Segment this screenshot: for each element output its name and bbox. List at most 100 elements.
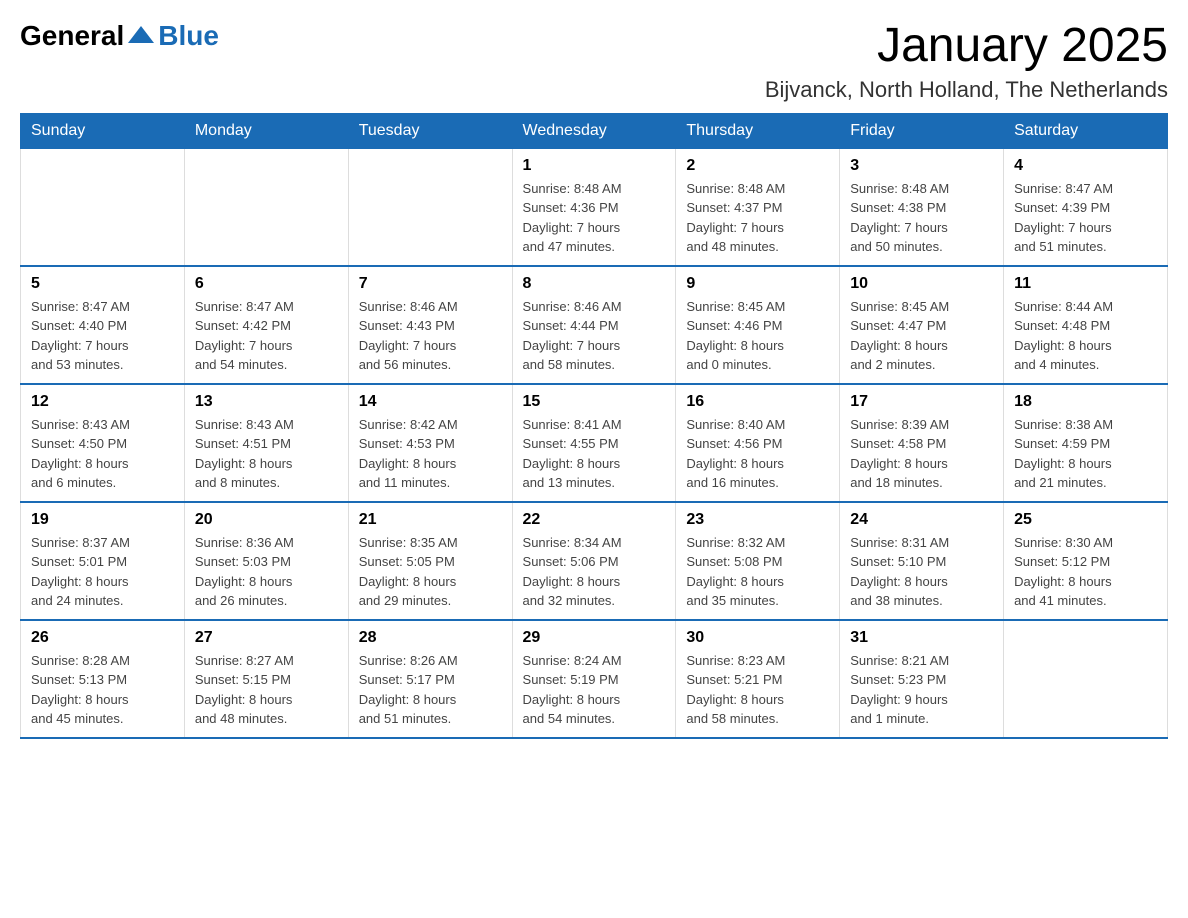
logo-blue-text: Blue	[158, 20, 219, 52]
calendar-cell: 13 Sunrise: 8:43 AMSunset: 4:51 PMDayligh…	[184, 384, 348, 502]
day-number: 7	[359, 275, 502, 293]
calendar-cell: 20 Sunrise: 8:36 AMSunset: 5:03 PMDayligh…	[184, 502, 348, 620]
calendar-cell: 12 Sunrise: 8:43 AMSunset: 4:50 PMDayligh…	[21, 384, 185, 502]
calendar-week-row: 19 Sunrise: 8:37 AMSunset: 5:01 PMDayligh…	[21, 502, 1168, 620]
calendar-week-row: 5 Sunrise: 8:47 AMSunset: 4:40 PMDaylight…	[21, 266, 1168, 384]
weekday-header-row: SundayMondayTuesdayWednesdayThursdayFrid…	[21, 113, 1168, 148]
calendar-cell: 30 Sunrise: 8:23 AMSunset: 5:21 PMDayligh…	[676, 620, 840, 738]
day-info: Sunrise: 8:30 AMSunset: 5:12 PMDaylight:…	[1014, 533, 1157, 611]
day-info: Sunrise: 8:44 AMSunset: 4:48 PMDaylight:…	[1014, 297, 1157, 375]
day-info: Sunrise: 8:48 AMSunset: 4:36 PMDaylight:…	[523, 179, 666, 257]
logo: General Blue	[20, 20, 219, 52]
day-info: Sunrise: 8:47 AMSunset: 4:39 PMDaylight:…	[1014, 179, 1157, 257]
calendar-cell: 16Sunrise: 8:40 AMSunset: 4:56 PMDayligh…	[676, 384, 840, 502]
day-number: 3	[850, 157, 993, 175]
calendar-cell: 14 Sunrise: 8:42 AMSunset: 4:53 PMDayligh…	[348, 384, 512, 502]
day-number: 13	[195, 393, 338, 411]
weekday-header-monday: Monday	[184, 113, 348, 148]
calendar-cell: 5 Sunrise: 8:47 AMSunset: 4:40 PMDaylight…	[21, 266, 185, 384]
calendar-cell	[348, 148, 512, 266]
day-number: 25	[1014, 511, 1157, 529]
logo-general-text: General	[20, 20, 124, 52]
calendar-table: SundayMondayTuesdayWednesdayThursdayFrid…	[20, 113, 1168, 739]
day-number: 29	[523, 629, 666, 647]
calendar-cell: 29 Sunrise: 8:24 AMSunset: 5:19 PMDayligh…	[512, 620, 676, 738]
day-info: Sunrise: 8:36 AMSunset: 5:03 PMDaylight:…	[195, 533, 338, 611]
calendar-cell: 15Sunrise: 8:41 AMSunset: 4:55 PMDayligh…	[512, 384, 676, 502]
day-info: Sunrise: 8:42 AMSunset: 4:53 PMDaylight:…	[359, 415, 502, 493]
day-number: 21	[359, 511, 502, 529]
calendar-cell: 10 Sunrise: 8:45 AMSunset: 4:47 PMDayligh…	[840, 266, 1004, 384]
calendar-cell: 8 Sunrise: 8:46 AMSunset: 4:44 PMDaylight…	[512, 266, 676, 384]
day-info: Sunrise: 8:21 AMSunset: 5:23 PMDaylight:…	[850, 651, 993, 729]
calendar-cell: 4Sunrise: 8:47 AMSunset: 4:39 PMDaylight…	[1004, 148, 1168, 266]
day-number: 30	[686, 629, 829, 647]
calendar-cell: 22 Sunrise: 8:34 AMSunset: 5:06 PMDayligh…	[512, 502, 676, 620]
day-info: Sunrise: 8:47 AMSunset: 4:42 PMDaylight:…	[195, 297, 338, 375]
calendar-cell	[21, 148, 185, 266]
calendar-cell: 2 Sunrise: 8:48 AMSunset: 4:37 PMDaylight…	[676, 148, 840, 266]
calendar-cell: 31 Sunrise: 8:21 AMSunset: 5:23 PMDayligh…	[840, 620, 1004, 738]
calendar-cell: 11 Sunrise: 8:44 AMSunset: 4:48 PMDayligh…	[1004, 266, 1168, 384]
day-info: Sunrise: 8:34 AMSunset: 5:06 PMDaylight:…	[523, 533, 666, 611]
day-number: 1	[523, 157, 666, 175]
day-number: 28	[359, 629, 502, 647]
calendar-cell: 18Sunrise: 8:38 AMSunset: 4:59 PMDayligh…	[1004, 384, 1168, 502]
day-info: Sunrise: 8:43 AMSunset: 4:50 PMDaylight:…	[31, 415, 174, 493]
day-info: Sunrise: 8:27 AMSunset: 5:15 PMDaylight:…	[195, 651, 338, 729]
day-number: 24	[850, 511, 993, 529]
location-title: Bijvanck, North Holland, The Netherlands	[765, 77, 1168, 103]
calendar-week-row: 26Sunrise: 8:28 AMSunset: 5:13 PMDayligh…	[21, 620, 1168, 738]
day-number: 5	[31, 275, 174, 293]
day-info: Sunrise: 8:24 AMSunset: 5:19 PMDaylight:…	[523, 651, 666, 729]
day-number: 11	[1014, 275, 1157, 293]
day-info: Sunrise: 8:35 AMSunset: 5:05 PMDaylight:…	[359, 533, 502, 611]
calendar-cell: 3Sunrise: 8:48 AMSunset: 4:38 PMDaylight…	[840, 148, 1004, 266]
day-number: 27	[195, 629, 338, 647]
day-number: 8	[523, 275, 666, 293]
day-info: Sunrise: 8:32 AMSunset: 5:08 PMDaylight:…	[686, 533, 829, 611]
weekday-header-tuesday: Tuesday	[348, 113, 512, 148]
day-info: Sunrise: 8:31 AMSunset: 5:10 PMDaylight:…	[850, 533, 993, 611]
calendar-cell: 21 Sunrise: 8:35 AMSunset: 5:05 PMDayligh…	[348, 502, 512, 620]
weekday-header-friday: Friday	[840, 113, 1004, 148]
calendar-cell: 1 Sunrise: 8:48 AMSunset: 4:36 PMDaylight…	[512, 148, 676, 266]
day-info: Sunrise: 8:43 AMSunset: 4:51 PMDaylight:…	[195, 415, 338, 493]
day-number: 12	[31, 393, 174, 411]
day-info: Sunrise: 8:48 AMSunset: 4:37 PMDaylight:…	[686, 179, 829, 257]
calendar-cell: 27 Sunrise: 8:27 AMSunset: 5:15 PMDayligh…	[184, 620, 348, 738]
day-number: 10	[850, 275, 993, 293]
day-info: Sunrise: 8:45 AMSunset: 4:47 PMDaylight:…	[850, 297, 993, 375]
day-info: Sunrise: 8:37 AMSunset: 5:01 PMDaylight:…	[31, 533, 174, 611]
day-number: 19	[31, 511, 174, 529]
day-number: 31	[850, 629, 993, 647]
day-info: Sunrise: 8:39 AMSunset: 4:58 PMDaylight:…	[850, 415, 993, 493]
calendar-cell: 7 Sunrise: 8:46 AMSunset: 4:43 PMDaylight…	[348, 266, 512, 384]
calendar-cell: 25 Sunrise: 8:30 AMSunset: 5:12 PMDayligh…	[1004, 502, 1168, 620]
calendar-cell: 26Sunrise: 8:28 AMSunset: 5:13 PMDayligh…	[21, 620, 185, 738]
calendar-cell: 24 Sunrise: 8:31 AMSunset: 5:10 PMDayligh…	[840, 502, 1004, 620]
day-number: 6	[195, 275, 338, 293]
day-number: 17	[850, 393, 993, 411]
calendar-cell: 23Sunrise: 8:32 AMSunset: 5:08 PMDayligh…	[676, 502, 840, 620]
weekday-header-sunday: Sunday	[21, 113, 185, 148]
day-info: Sunrise: 8:47 AMSunset: 4:40 PMDaylight:…	[31, 297, 174, 375]
day-number: 2	[686, 157, 829, 175]
day-info: Sunrise: 8:23 AMSunset: 5:21 PMDaylight:…	[686, 651, 829, 729]
day-number: 20	[195, 511, 338, 529]
title-area: January 2025 Bijvanck, North Holland, Th…	[765, 20, 1168, 103]
calendar-cell	[184, 148, 348, 266]
calendar-cell: 17 Sunrise: 8:39 AMSunset: 4:58 PMDayligh…	[840, 384, 1004, 502]
logo-icon	[126, 21, 156, 51]
day-info: Sunrise: 8:45 AMSunset: 4:46 PMDaylight:…	[686, 297, 829, 375]
day-number: 18	[1014, 393, 1157, 411]
day-info: Sunrise: 8:46 AMSunset: 4:44 PMDaylight:…	[523, 297, 666, 375]
calendar-week-row: 1 Sunrise: 8:48 AMSunset: 4:36 PMDaylight…	[21, 148, 1168, 266]
page-header: General Blue January 2025 Bijvanck, Nort…	[20, 20, 1168, 103]
day-info: Sunrise: 8:46 AMSunset: 4:43 PMDaylight:…	[359, 297, 502, 375]
day-info: Sunrise: 8:26 AMSunset: 5:17 PMDaylight:…	[359, 651, 502, 729]
calendar-cell: 28 Sunrise: 8:26 AMSunset: 5:17 PMDayligh…	[348, 620, 512, 738]
day-number: 22	[523, 511, 666, 529]
day-number: 14	[359, 393, 502, 411]
day-number: 9	[686, 275, 829, 293]
